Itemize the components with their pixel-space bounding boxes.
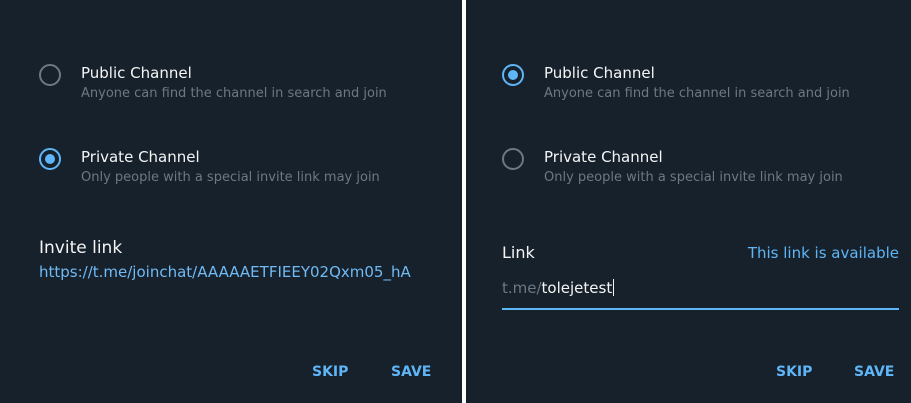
text-cursor	[613, 279, 615, 296]
link-value[interactable]: tolejetest	[542, 279, 613, 297]
save-button[interactable]: SAVE	[391, 362, 431, 382]
public-channel-description: Anyone can find the channel in search an…	[81, 86, 387, 101]
link-label: Link	[502, 243, 535, 262]
public-channel-settings-panel: Public Channel Anyone can find the chann…	[466, 0, 911, 403]
skip-button[interactable]: SKIP	[312, 362, 348, 382]
link-availability-status: This link is available	[747, 244, 899, 262]
private-channel-radio[interactable]	[502, 148, 524, 170]
save-button[interactable]: SAVE	[854, 362, 894, 382]
private-channel-description: Only people with a special invite link m…	[544, 170, 843, 185]
invite-link-url[interactable]: https://t.me/joinchat/AAAAAETFIEEY02Qxm0…	[39, 262, 444, 283]
radio-dot	[508, 70, 518, 80]
public-channel-title: Public Channel	[81, 64, 192, 82]
link-prefix: t.me/	[502, 279, 542, 297]
private-channel-settings-panel: Public Channel Anyone can find the chann…	[0, 0, 462, 403]
public-channel-description: Anyone can find the channel in search an…	[544, 86, 850, 101]
public-channel-option[interactable]: Public Channel Anyone can find the chann…	[0, 63, 462, 113]
private-channel-radio[interactable]	[39, 148, 61, 170]
public-channel-radio[interactable]	[502, 64, 524, 86]
public-channel-title: Public Channel	[544, 64, 655, 82]
public-link-input[interactable]: t.me/tolejetest	[502, 276, 899, 310]
input-underline	[502, 308, 899, 310]
private-channel-option[interactable]: Private Channel Only people with a speci…	[0, 147, 462, 197]
skip-button[interactable]: SKIP	[776, 362, 812, 382]
radio-dot	[45, 154, 55, 164]
private-channel-description: Only people with a special invite link m…	[81, 170, 380, 185]
public-channel-radio[interactable]	[39, 64, 61, 86]
private-channel-title: Private Channel	[544, 148, 663, 166]
private-channel-title: Private Channel	[81, 148, 200, 166]
public-channel-option[interactable]: Public Channel Anyone can find the chann…	[466, 63, 911, 113]
invite-link-label: Invite link	[39, 238, 123, 258]
private-channel-option[interactable]: Private Channel Only people with a speci…	[466, 147, 911, 197]
